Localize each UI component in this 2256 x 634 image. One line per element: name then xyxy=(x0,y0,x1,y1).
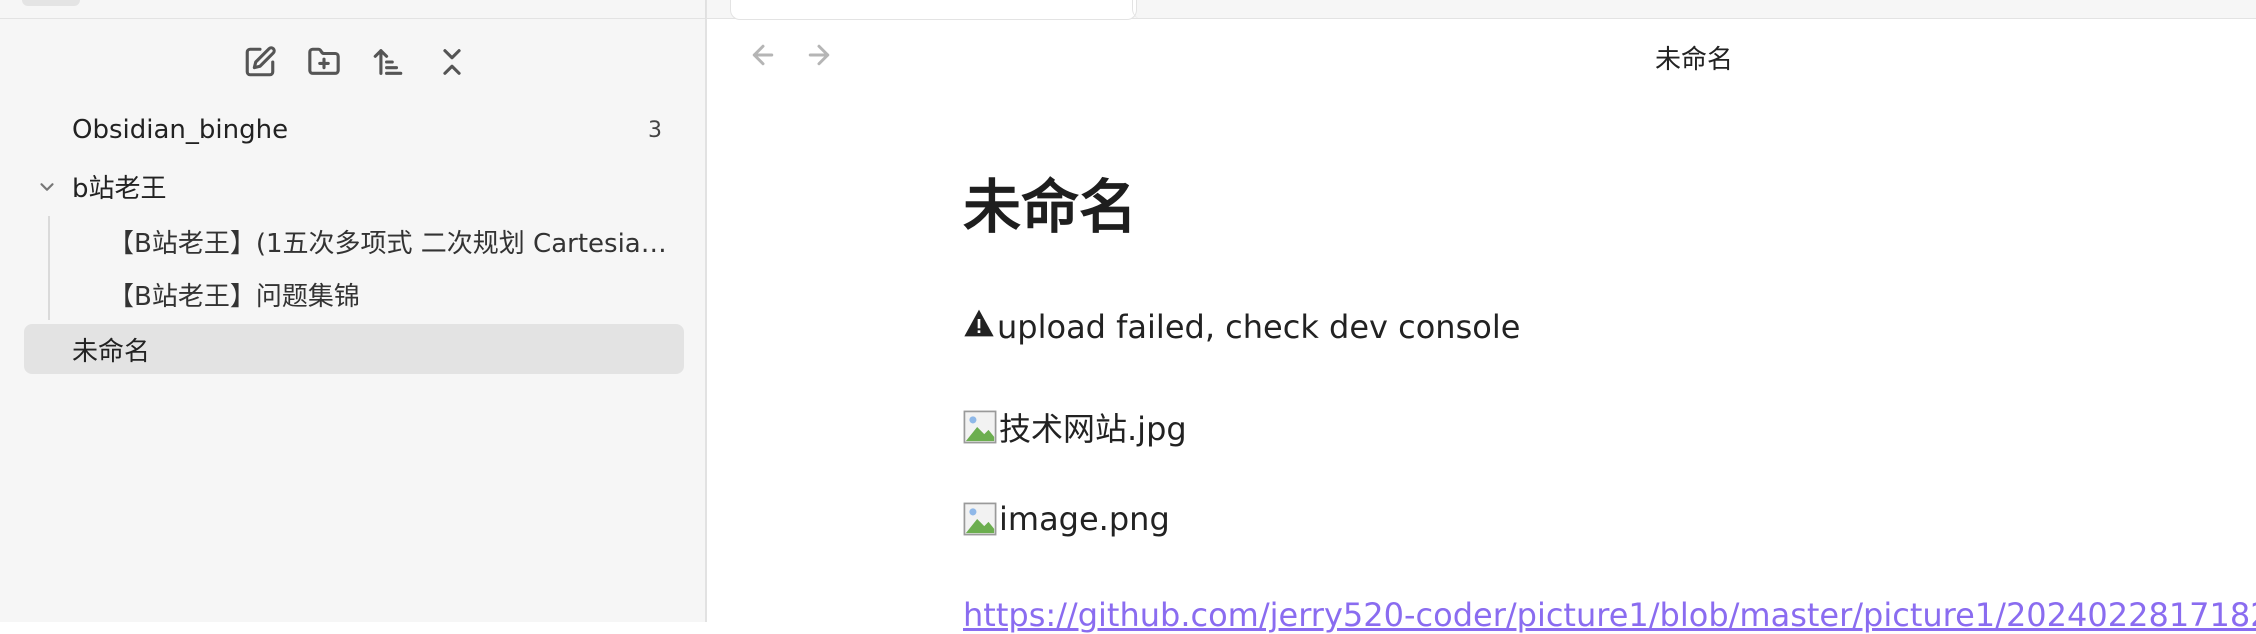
arrow-left-icon xyxy=(752,44,774,66)
file-label: 【B站老王】问题集锦 xyxy=(108,281,360,312)
broken-image-2[interactable]: image.png xyxy=(963,500,1170,538)
new-folder-button[interactable] xyxy=(304,42,344,82)
file-explorer-sidebar: Obsidian_binghe 3 b站老王 【B站老王】(1五次多项式 二次规… xyxy=(0,0,707,622)
tab-divider xyxy=(705,0,706,19)
view-header-title[interactable]: 未命名 xyxy=(1634,39,1754,76)
collapse-all-icon xyxy=(443,49,461,75)
note-heading: 未命名 xyxy=(963,173,1138,241)
warning-text: upload failed, check dev console xyxy=(997,308,1521,346)
file-label: 未命名 xyxy=(72,336,151,367)
broken-image-1[interactable]: 技术网站.jpg xyxy=(963,404,1187,450)
sidebar-tab[interactable] xyxy=(22,0,80,6)
broken-image-icon xyxy=(963,410,997,444)
file-label: 【B站老王】(1五次多项式 二次规划 Cartesian... xyxy=(108,228,668,259)
sort-button[interactable] xyxy=(368,42,408,82)
vault-root[interactable]: Obsidian_binghe 3 xyxy=(24,105,684,155)
forward-button[interactable] xyxy=(799,35,839,75)
tree-indent-guide xyxy=(48,216,50,320)
file-item[interactable]: 【B站老王】(1五次多项式 二次规划 Cartesian... xyxy=(24,216,684,266)
new-folder-icon xyxy=(308,47,340,75)
back-button[interactable] xyxy=(743,35,783,75)
tab-bar-empty-area xyxy=(1132,0,2256,19)
github-image-link[interactable]: https://github.com/jerry520-coder/pictur… xyxy=(963,596,2256,634)
file-item-active[interactable]: 未命名 xyxy=(24,324,684,374)
warning-icon xyxy=(963,308,997,346)
collapse-all-button[interactable] xyxy=(432,42,472,82)
arrow-right-icon xyxy=(808,44,830,66)
upload-warning: upload failed, check dev console xyxy=(963,308,1520,346)
folder-label: b站老王 xyxy=(72,173,167,204)
view-header: 未命名 xyxy=(707,19,2256,95)
sort-icon xyxy=(373,49,403,75)
vault-name: Obsidian_binghe xyxy=(72,115,289,145)
file-item[interactable]: 【B站老王】问题集锦 xyxy=(24,269,684,319)
tab-bar xyxy=(707,0,2256,20)
new-note-button[interactable] xyxy=(240,42,280,82)
image-alt-text: image.png xyxy=(999,500,1170,538)
new-note-icon xyxy=(245,46,276,77)
broken-image-icon xyxy=(963,502,997,536)
editor-pane: 未命名 未命名 upload failed, check dev console… xyxy=(707,0,2256,634)
sidebar-tab-strip xyxy=(0,0,707,19)
vault-count-badge: 3 xyxy=(648,117,662,143)
file-explorer-actions xyxy=(240,42,472,82)
chevron-down-icon[interactable] xyxy=(36,175,58,197)
image-alt-text: 技术网站.jpg xyxy=(999,410,1187,448)
tab-active[interactable] xyxy=(730,0,1137,20)
folder-b-zhan-laowang[interactable]: b站老王 xyxy=(24,161,684,211)
